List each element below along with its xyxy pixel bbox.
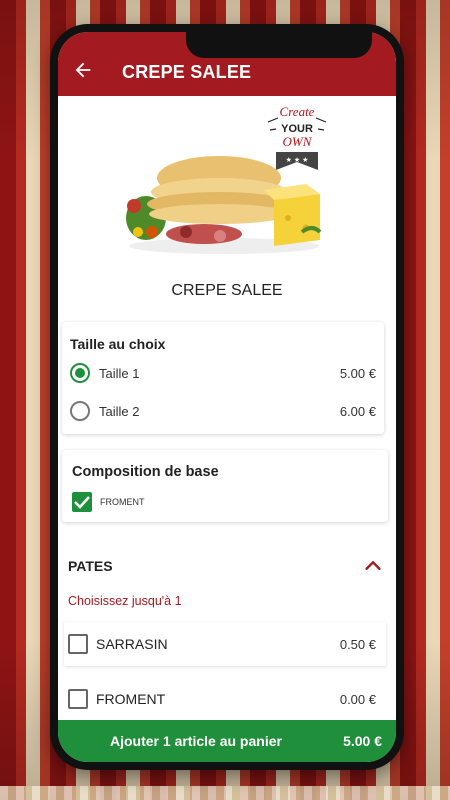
- phone-notch: [186, 32, 372, 58]
- base-item-label: FROMENT: [100, 497, 145, 507]
- cart-total-price: 5.00 €: [343, 733, 382, 749]
- checkbox-checked-icon[interactable]: [72, 492, 92, 512]
- pates-section-header[interactable]: PATES: [68, 554, 384, 578]
- size-option-price: 6.00 €: [339, 403, 376, 419]
- size-option-price: 5.00 €: [339, 365, 376, 381]
- checkbox-empty-icon[interactable]: [68, 689, 88, 709]
- pates-option-label: SARRASIN: [96, 636, 168, 652]
- product-name: CREPE SALEE: [171, 282, 283, 299]
- size-option-2[interactable]: Taille 2 6.00 €: [70, 399, 376, 423]
- size-option-label: Taille 2: [99, 403, 140, 419]
- arrow-left-icon[interactable]: [72, 59, 94, 81]
- pates-option-price: 0.50 €: [339, 636, 376, 652]
- page-title: CREPE SALEE: [122, 62, 252, 82]
- pates-option-label: FROMENT: [96, 691, 166, 707]
- size-option-label: Taille 1: [99, 365, 140, 381]
- pates-hint: Choisissez jusqu'à 1: [68, 594, 182, 608]
- radio-unselected-icon[interactable]: [70, 401, 90, 421]
- app-screen: CREPE SALEE Create YOUR OWN ★ ★ ★ CREPE …: [58, 32, 396, 762]
- background-bottom-strip: [0, 786, 450, 800]
- base-section-title: Composition de base: [72, 464, 219, 480]
- pates-option-1[interactable]: SARRASIN 0.50 €: [64, 622, 386, 666]
- size-option-1[interactable]: Taille 1 5.00 €: [70, 361, 376, 385]
- pates-option-price: 0.00 €: [339, 691, 376, 707]
- add-to-cart-label: Ajouter 1 article au panier: [110, 733, 282, 749]
- add-to-cart-button[interactable]: Ajouter 1 article au panier 5.00 €: [58, 720, 396, 762]
- badge-line-3: OWN: [283, 134, 313, 149]
- radio-selected-icon[interactable]: [70, 363, 90, 383]
- phone-frame: CREPE SALEE Create YOUR OWN ★ ★ ★ CREPE …: [50, 24, 404, 770]
- crepe-food-image: [126, 156, 322, 254]
- product-hero: Create YOUR OWN ★ ★ ★: [58, 96, 396, 272]
- badge-line-1: Create: [280, 104, 315, 119]
- size-options-card: Taille au choix Taille 1 5.00 € Taille 2…: [62, 322, 384, 434]
- base-composition-card: Composition de base FROMENT: [62, 450, 388, 522]
- checkbox-empty-icon[interactable]: [68, 634, 88, 654]
- chevron-up-icon[interactable]: [362, 555, 384, 577]
- pates-option-2[interactable]: FROMENT 0.00 €: [64, 677, 386, 721]
- pates-section-title: PATES: [68, 558, 113, 574]
- size-section-title: Taille au choix: [70, 336, 166, 352]
